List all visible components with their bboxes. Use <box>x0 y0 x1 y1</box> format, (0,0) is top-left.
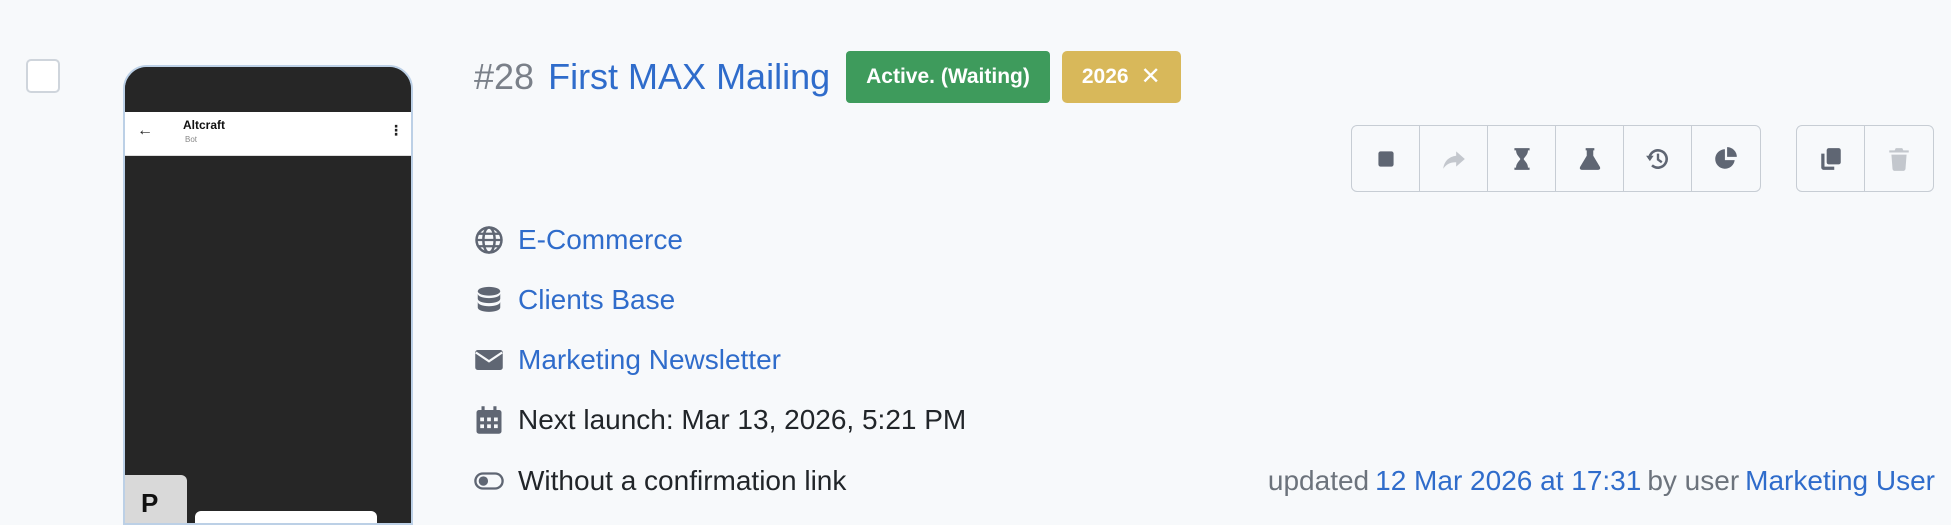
confirmation-text: Without a confirmation link <box>518 465 847 496</box>
schedule-button[interactable] <box>1488 126 1556 191</box>
back-arrow-icon: ← <box>137 122 153 139</box>
trash-icon <box>1889 147 1909 171</box>
updated-date-link[interactable]: 12 Mar 2026 at 17:31 <box>1375 465 1641 497</box>
hourglass-icon <box>1513 147 1530 170</box>
campaign-title-row: #28 First MAX Mailing Active. (Waiting) … <box>474 50 1193 104</box>
history-button[interactable] <box>1624 126 1692 191</box>
calendar-icon <box>474 405 510 435</box>
campaign-name-link[interactable]: First MAX Mailing <box>548 56 830 98</box>
chat-header: ← Altcraft Bot ⋮ <box>125 112 411 156</box>
template-link[interactable]: Marketing Newsletter <box>518 344 781 376</box>
database-row: Clients Base <box>474 280 675 320</box>
tile-logo: P <box>141 488 159 518</box>
delete-button[interactable] <box>1865 126 1933 191</box>
updated-prefix: updated <box>1267 465 1370 496</box>
message-bubble <box>195 511 377 523</box>
tag-badge: 2026 ✕ <box>1061 51 1181 103</box>
next-launch-row: Next launch: Mar 13, 2026, 5:21 PM <box>474 400 966 440</box>
campaign-actions-group <box>1351 125 1761 192</box>
next-launch-text: Next launch: Mar 13, 2026, 5:21 PM <box>518 404 967 435</box>
globe-icon <box>474 225 510 255</box>
preview-tile: P <box>125 475 187 523</box>
template-row: Marketing Newsletter <box>474 340 781 380</box>
stop-icon <box>1377 150 1394 167</box>
updated-by: by user <box>1647 465 1740 496</box>
flask-icon <box>1579 147 1600 170</box>
updated-user-link[interactable]: Marketing User <box>1745 465 1935 497</box>
manage-actions-group <box>1796 125 1934 192</box>
tag-remove-icon[interactable]: ✕ <box>1141 51 1161 103</box>
message-preview[interactable]: ← Altcraft Bot ⋮ P <box>123 65 413 525</box>
kebab-menu-icon: ⋮ <box>389 122 403 138</box>
confirmation-row: Without a confirmation link <box>474 461 846 501</box>
chat-subtitle: Bot <box>185 135 198 144</box>
stats-button[interactable] <box>1692 126 1760 191</box>
share-icon <box>1442 150 1465 169</box>
copy-button[interactable] <box>1797 126 1865 191</box>
phone-notch <box>125 67 411 112</box>
test-button[interactable] <box>1556 126 1624 191</box>
pie-chart-icon <box>1715 146 1737 169</box>
copy-icon <box>1820 147 1841 170</box>
select-checkbox[interactable] <box>26 59 60 93</box>
resource-row: E-Commerce <box>474 220 683 260</box>
database-icon <box>474 285 510 315</box>
envelope-icon <box>474 345 510 375</box>
resource-link[interactable]: E-Commerce <box>518 224 683 256</box>
database-link[interactable]: Clients Base <box>518 284 675 316</box>
campaign-number: #28 <box>474 56 535 97</box>
forward-button[interactable] <box>1420 126 1488 191</box>
status-badge: Active. (Waiting) <box>846 51 1050 103</box>
stop-button[interactable] <box>1352 126 1420 191</box>
toggle-off-icon <box>474 466 510 496</box>
chat-title: Altcraft <box>183 118 226 132</box>
updated-info: updated 12 Mar 2026 at 17:31 by user Mar… <box>1268 461 1941 501</box>
history-icon <box>1645 148 1668 169</box>
tag-label: 2026 <box>1081 65 1129 88</box>
